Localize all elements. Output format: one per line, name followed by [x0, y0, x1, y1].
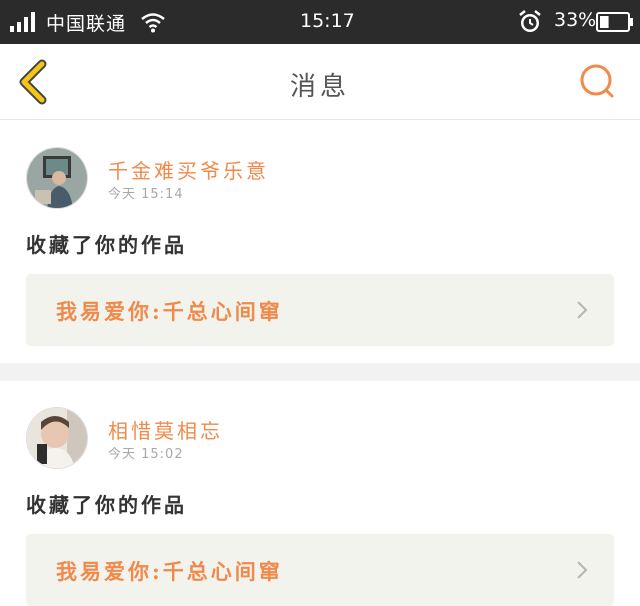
avatar-image	[27, 408, 87, 468]
avatar-image	[27, 148, 87, 208]
signal-icon	[10, 12, 35, 32]
message-card: 相惜莫相忘 今天 15:02 收藏了你的作品 我易爱你:千总心间窜	[0, 381, 640, 606]
chevron-right-icon	[577, 301, 588, 319]
search-icon[interactable]	[578, 62, 616, 100]
alarm-icon	[519, 10, 541, 32]
battery-percent: 33%	[554, 9, 597, 31]
work-title: 我易爱你:千总心间窜	[56, 299, 283, 324]
wifi-icon	[141, 13, 165, 33]
chevron-right-icon	[577, 561, 588, 579]
clock-time: 15:17	[300, 10, 355, 32]
work-link[interactable]: 我易爱你:千总心间窜	[26, 534, 614, 606]
avatar[interactable]	[26, 147, 88, 209]
page-title: 消息	[289, 72, 350, 102]
work-title: 我易爱你:千总心间窜	[56, 559, 283, 584]
section-separator	[0, 363, 640, 381]
carrier-name: 中国联通	[46, 13, 127, 35]
nav-bar: 消息	[0, 44, 640, 120]
username[interactable]: 千金难买爷乐意	[108, 155, 269, 184]
timestamp: 今天 15:02	[108, 447, 184, 462]
battery-icon	[596, 12, 633, 32]
message-action-text: 收藏了你的作品	[26, 233, 187, 257]
avatar[interactable]	[26, 407, 88, 469]
username[interactable]: 相惜莫相忘	[108, 415, 223, 444]
work-link[interactable]: 我易爱你:千总心间窜	[26, 274, 614, 346]
timestamp: 今天 15:14	[108, 187, 184, 202]
status-bar: 中国联通 15:17 33%	[0, 0, 640, 44]
battery-fill	[600, 16, 609, 28]
message-card: 千金难买爷乐意 今天 15:14 收藏了你的作品 我易爱你:千总心间窜	[0, 121, 640, 363]
message-action-text: 收藏了你的作品	[26, 493, 187, 517]
